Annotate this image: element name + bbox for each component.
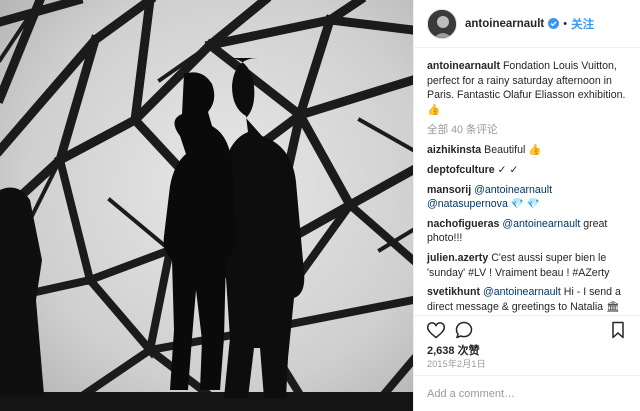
comment-username[interactable]: svetikhunt: [427, 286, 480, 298]
action-bar: [414, 315, 640, 342]
comment-item: nachofigueras @antoinearnault great phot…: [427, 217, 628, 246]
comment-username[interactable]: deptofculture: [427, 164, 495, 176]
comment-mention-link[interactable]: @antoinearnault: [502, 218, 580, 230]
comment-mention-link[interactable]: @antoinearnault: [474, 184, 552, 196]
comment-mention-link[interactable]: @antoinearnault: [483, 286, 561, 298]
verified-badge-icon: [548, 18, 560, 29]
comment-username[interactable]: mansorij: [427, 184, 471, 196]
comment-items: aizhikinsta Beautiful 👍 deptofculture ✓ ✓…: [427, 143, 628, 315]
comment-username[interactable]: nachofigueras: [427, 218, 499, 230]
header-username[interactable]: antoinearnault: [465, 18, 544, 30]
post-photo[interactable]: [0, 0, 413, 411]
comment-item: svetikhunt @antoinearnault Hi - I send a…: [427, 285, 628, 314]
post-photo-image: [0, 0, 413, 411]
comment-icon[interactable]: [454, 320, 474, 340]
follow-button[interactable]: 关注: [571, 16, 594, 32]
comment-mention-link[interactable]: @natasupernova: [427, 198, 508, 210]
add-comment-bar: [414, 375, 640, 411]
comment-text: 💎 💎: [507, 198, 541, 211]
bookmark-icon[interactable]: [608, 320, 628, 340]
comment-text: Beautiful 👍: [484, 144, 542, 157]
load-more-comments-link[interactable]: 全部 40 条评论: [427, 122, 498, 137]
avatar[interactable]: [427, 8, 457, 39]
post-side-panel: antoinearnault • 关注 antoinearnault Fonda…: [413, 0, 640, 411]
comment-item: deptofculture ✓ ✓: [427, 163, 628, 178]
add-comment-input[interactable]: [427, 387, 617, 400]
comment-list: antoinearnault Fondation Louis Vuitton, …: [414, 49, 640, 315]
comment-text: ✓ ✓: [497, 163, 519, 176]
comment-username[interactable]: julien.azerty: [427, 252, 488, 264]
comment-username[interactable]: aizhikinsta: [427, 144, 481, 156]
caption-username[interactable]: antoinearnault: [427, 60, 500, 72]
likes-count[interactable]: 2,638 次赞: [427, 342, 480, 358]
post-header: antoinearnault • 关注: [414, 0, 640, 48]
header-separator: •: [563, 17, 568, 30]
post-caption: antoinearnault Fondation Louis Vuitton, …: [427, 59, 628, 117]
post-date: 2015年2月1日: [427, 359, 486, 369]
comment-item: mansorij @antoinearnault @natasupernova …: [427, 183, 628, 212]
comment-item: aizhikinsta Beautiful 👍: [427, 143, 628, 158]
heart-icon[interactable]: [426, 320, 446, 340]
avatar-image: [428, 9, 456, 38]
comment-item: julien.azerty C'est aussi super bien le …: [427, 251, 628, 280]
